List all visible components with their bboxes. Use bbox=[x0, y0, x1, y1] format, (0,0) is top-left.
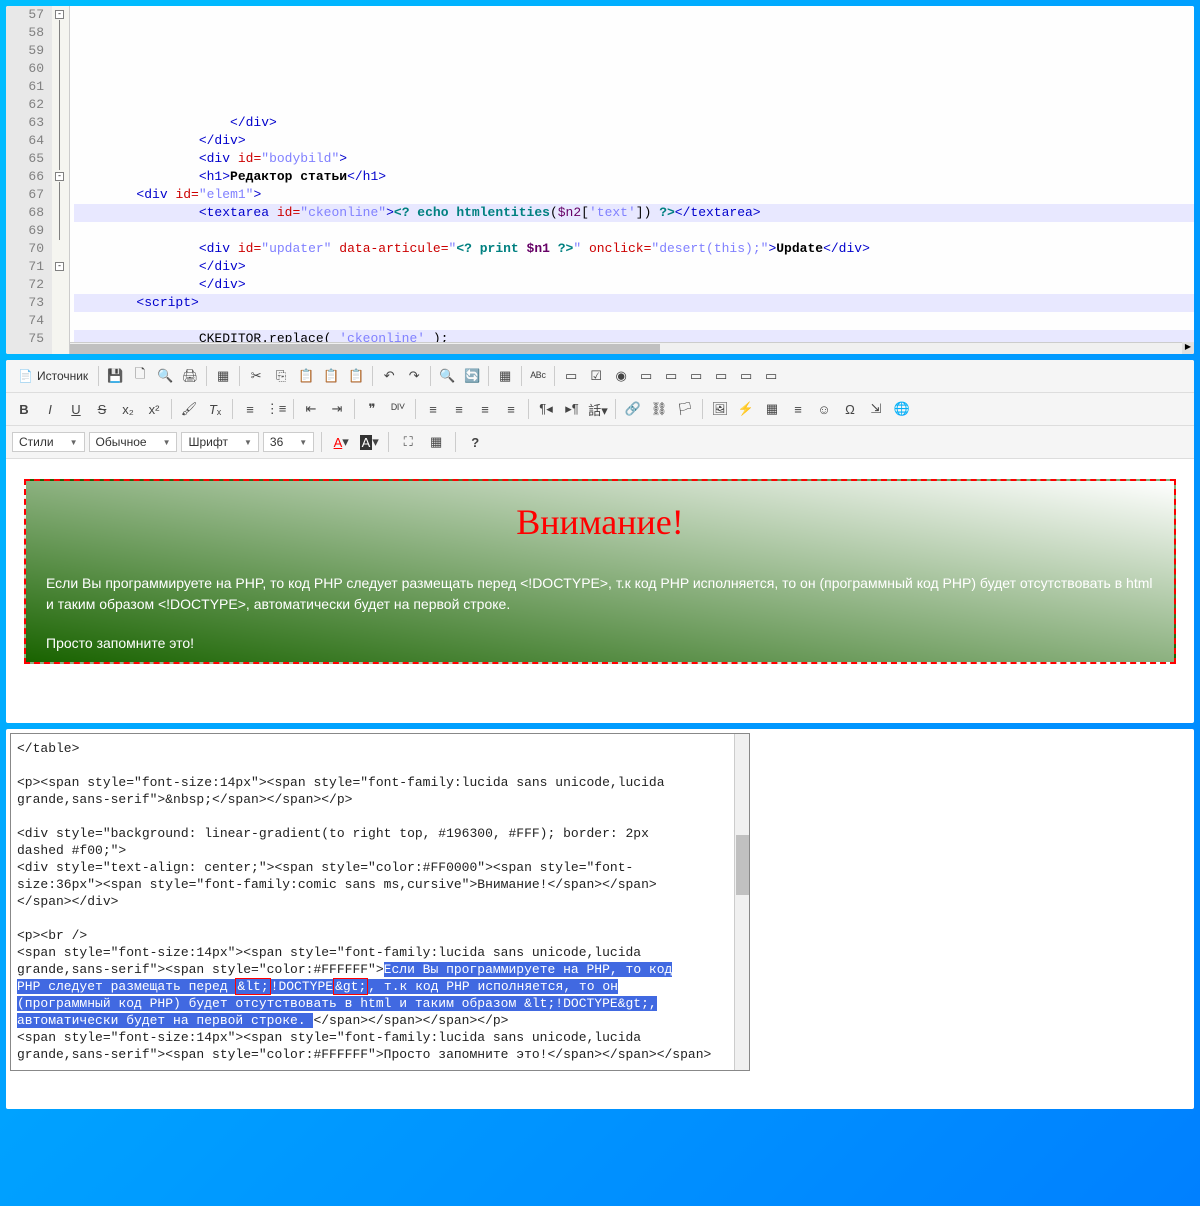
underline-icon[interactable]: U bbox=[64, 397, 88, 421]
image-icon[interactable]: 🖼 bbox=[708, 397, 732, 421]
cut-icon[interactable]: ✂ bbox=[244, 364, 268, 388]
spellcheck-icon[interactable]: ᴬᴮᶜ bbox=[526, 364, 550, 388]
italic-icon[interactable]: I bbox=[38, 397, 62, 421]
fontsize-combo[interactable]: 36▼ bbox=[263, 432, 314, 452]
removeformat-icon[interactable]: 🖌 bbox=[177, 397, 201, 421]
hidden-icon[interactable]: ▭ bbox=[759, 364, 783, 388]
bgcolor-icon[interactable]: A▾ bbox=[357, 430, 381, 454]
paste-word-icon[interactable]: 📋 bbox=[344, 364, 368, 388]
unlink-icon[interactable]: ⛓ bbox=[647, 397, 671, 421]
align-justify-icon[interactable]: ≡ bbox=[499, 397, 523, 421]
code-content[interactable]: </div> </div> <div id="bodybild"> <h1>Ре… bbox=[70, 6, 1194, 354]
scrollbar-thumb[interactable] bbox=[70, 344, 660, 354]
templates-icon[interactable]: ▦ bbox=[211, 364, 235, 388]
checkbox-icon[interactable]: ☑ bbox=[584, 364, 608, 388]
bidi-rtl-icon[interactable]: ▸¶ bbox=[560, 397, 584, 421]
smiley-icon[interactable]: ☺ bbox=[812, 397, 836, 421]
imagebutton-icon[interactable]: ▭ bbox=[734, 364, 758, 388]
fold-toggle-icon[interactable]: - bbox=[55, 262, 64, 271]
radio-icon[interactable]: ◉ bbox=[609, 364, 633, 388]
specialchar-icon[interactable]: Ω bbox=[838, 397, 862, 421]
fold-toggle-icon[interactable]: - bbox=[55, 172, 64, 181]
preview-icon[interactable]: 🔍 bbox=[153, 364, 177, 388]
flash-icon[interactable]: ⚡ bbox=[734, 397, 758, 421]
code-editor-panel: 57585960616263646566676869707172737475 -… bbox=[6, 6, 1194, 354]
save-icon[interactable]: 💾 bbox=[103, 364, 127, 388]
anchor-icon[interactable]: 🏳 bbox=[673, 397, 697, 421]
source-textarea[interactable]: </table> <p><span style="font-size:14px"… bbox=[10, 733, 750, 1071]
scroll-right-icon[interactable]: ▶ bbox=[1182, 342, 1194, 354]
blockquote-icon[interactable]: ❞ bbox=[360, 397, 384, 421]
ckeditor-panel: 📄 Источник 💾 🗋 🔍 🖨 ▦ ✂ ⎘ 📋 📋 📋 ↶ ↷ 🔍 🔄 ▦… bbox=[6, 360, 1194, 723]
bidi-ltr-icon[interactable]: ¶◂ bbox=[534, 397, 558, 421]
styles-combo[interactable]: Стили▼ bbox=[12, 432, 85, 452]
find-icon[interactable]: 🔍 bbox=[435, 364, 459, 388]
table-icon[interactable]: ▦ bbox=[760, 397, 784, 421]
strike-icon[interactable]: S bbox=[90, 397, 114, 421]
textfield-icon[interactable]: ▭ bbox=[634, 364, 658, 388]
paste-icon[interactable]: 📋 bbox=[294, 364, 318, 388]
hr-icon[interactable]: ≡ bbox=[786, 397, 810, 421]
indent-icon[interactable]: ⇥ bbox=[325, 397, 349, 421]
subscript-icon[interactable]: x₂ bbox=[116, 397, 140, 421]
source-button[interactable]: 📄 Источник bbox=[12, 367, 94, 385]
fold-column[interactable]: - - - bbox=[52, 6, 70, 354]
bold-icon[interactable]: B bbox=[12, 397, 36, 421]
form-icon[interactable]: ▭ bbox=[559, 364, 583, 388]
vertical-scrollbar[interactable] bbox=[734, 734, 749, 1070]
undo-icon[interactable]: ↶ bbox=[377, 364, 401, 388]
bulletedlist-icon[interactable]: ⋮≡ bbox=[264, 397, 288, 421]
align-center-icon[interactable]: ≡ bbox=[447, 397, 471, 421]
outdent-icon[interactable]: ⇤ bbox=[299, 397, 323, 421]
ckeditor-toolbar-row1: 📄 Источник 💾 🗋 🔍 🖨 ▦ ✂ ⎘ 📋 📋 📋 ↶ ↷ 🔍 🔄 ▦… bbox=[6, 360, 1194, 393]
pagebreak-icon[interactable]: ⇲ bbox=[864, 397, 888, 421]
attention-footer-text: Просто запомните это! bbox=[46, 633, 1154, 654]
ckeditor-toolbar-row2: B I U S x₂ x² 🖌 Tₓ ≡ ⋮≡ ⇤ ⇥ ❞ ᴰᴵⱽ ≡ ≡ ≡ … bbox=[6, 393, 1194, 426]
showblocks-icon[interactable]: ▦ bbox=[424, 430, 448, 454]
align-right-icon[interactable]: ≡ bbox=[473, 397, 497, 421]
scrollbar-thumb[interactable] bbox=[736, 835, 749, 895]
language-icon[interactable]: 話▾ bbox=[586, 397, 610, 421]
textcolor-icon[interactable]: A▾ bbox=[329, 430, 353, 454]
background-image bbox=[734, 729, 1194, 1109]
new-page-icon[interactable]: 🗋 bbox=[128, 364, 152, 388]
creatediv-icon[interactable]: ᴰᴵⱽ bbox=[386, 397, 410, 421]
about-icon[interactable]: ? bbox=[463, 430, 487, 454]
attention-heading: Внимание! bbox=[46, 501, 1154, 543]
font-combo[interactable]: Шрифт▼ bbox=[181, 432, 258, 452]
link-icon[interactable]: 🔗 bbox=[621, 397, 645, 421]
horizontal-scrollbar[interactable]: ▶ bbox=[70, 342, 1194, 354]
maximize-icon[interactable]: ⛶ bbox=[396, 430, 420, 454]
attention-box: Внимание! Если Вы программируете на PHP,… bbox=[24, 479, 1176, 664]
fold-toggle-icon[interactable]: - bbox=[55, 10, 64, 19]
iframe-icon[interactable]: 🌐 bbox=[890, 397, 914, 421]
selectall-icon[interactable]: ▦ bbox=[493, 364, 517, 388]
print-icon[interactable]: 🖨 bbox=[178, 364, 202, 388]
replace-icon[interactable]: 🔄 bbox=[460, 364, 484, 388]
ckeditor-content-area[interactable]: Внимание! Если Вы программируете на PHP,… bbox=[6, 459, 1194, 677]
copyformat-icon[interactable]: Tₓ bbox=[203, 397, 227, 421]
select-icon[interactable]: ▭ bbox=[684, 364, 708, 388]
superscript-icon[interactable]: x² bbox=[142, 397, 166, 421]
paste-text-icon[interactable]: 📋 bbox=[319, 364, 343, 388]
source-panel: </table> <p><span style="font-size:14px"… bbox=[6, 729, 1194, 1109]
button-icon[interactable]: ▭ bbox=[709, 364, 733, 388]
align-left-icon[interactable]: ≡ bbox=[421, 397, 445, 421]
numberedlist-icon[interactable]: ≡ bbox=[238, 397, 262, 421]
ckeditor-toolbar-row3: Стили▼ Обычное▼ Шрифт▼ 36▼ A▾ A▾ ⛶ ▦ ? bbox=[6, 426, 1194, 459]
textarea-icon[interactable]: ▭ bbox=[659, 364, 683, 388]
redo-icon[interactable]: ↷ bbox=[402, 364, 426, 388]
line-number-gutter: 57585960616263646566676869707172737475 bbox=[6, 6, 52, 354]
attention-body-text: Если Вы программируете на PHP, то код PH… bbox=[46, 573, 1154, 615]
format-combo[interactable]: Обычное▼ bbox=[89, 432, 178, 452]
copy-icon[interactable]: ⎘ bbox=[269, 364, 293, 388]
